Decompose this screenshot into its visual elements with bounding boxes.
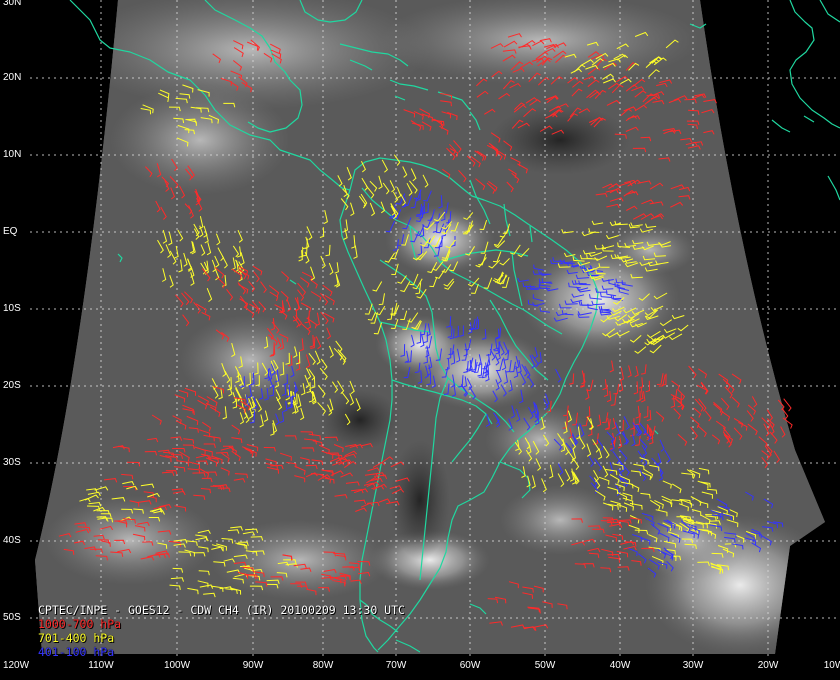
lon-label-10w: 10W [823, 660, 840, 671]
lat-label-20s: 20S [3, 380, 21, 391]
lon-label-30w: 30W [682, 660, 704, 671]
lat-label-10n: 10N [3, 149, 22, 160]
map-canvas [30, 0, 840, 656]
lat-label-40s: 40S [3, 535, 21, 546]
legend-high-level: 401-100 hPa [38, 645, 115, 659]
lon-label-60w: 60W [459, 660, 481, 671]
wind-barb [783, 398, 792, 412]
satellite-wind-map: 30N 20N 10N EQ 10S 20S 30S 40S 50S 120W … [0, 0, 840, 680]
lat-label-50s: 50S [3, 612, 21, 623]
lat-label-10s: 10S [3, 303, 21, 314]
lon-label-50w: 50W [534, 660, 556, 671]
caption-title: CPTEC/INPE - GOES12 - CDW CH4 (IR) 20100… [38, 603, 405, 617]
map-caption: CPTEC/INPE - GOES12 - CDW CH4 (IR) 20100… [38, 603, 405, 659]
lon-label-40w: 40W [609, 660, 631, 671]
lon-label-120w: 120W [2, 660, 30, 671]
lat-label-30s: 30S [3, 457, 21, 468]
lon-label-70w: 70W [385, 660, 407, 671]
legend-mid-level: 701-400 hPa [38, 631, 115, 645]
lat-label-30n: 30N [3, 0, 22, 8]
lon-label-90w: 90W [242, 660, 264, 671]
legend-low-level: 1000-700 hPa [38, 617, 122, 631]
lon-label-110w: 110W [88, 660, 114, 671]
lat-label-eq: EQ [3, 226, 18, 237]
lon-label-80w: 80W [312, 660, 334, 671]
lon-label-20w: 20W [757, 660, 779, 671]
lat-label-20n: 20N [3, 72, 22, 83]
lon-label-100w: 100W [163, 660, 191, 671]
